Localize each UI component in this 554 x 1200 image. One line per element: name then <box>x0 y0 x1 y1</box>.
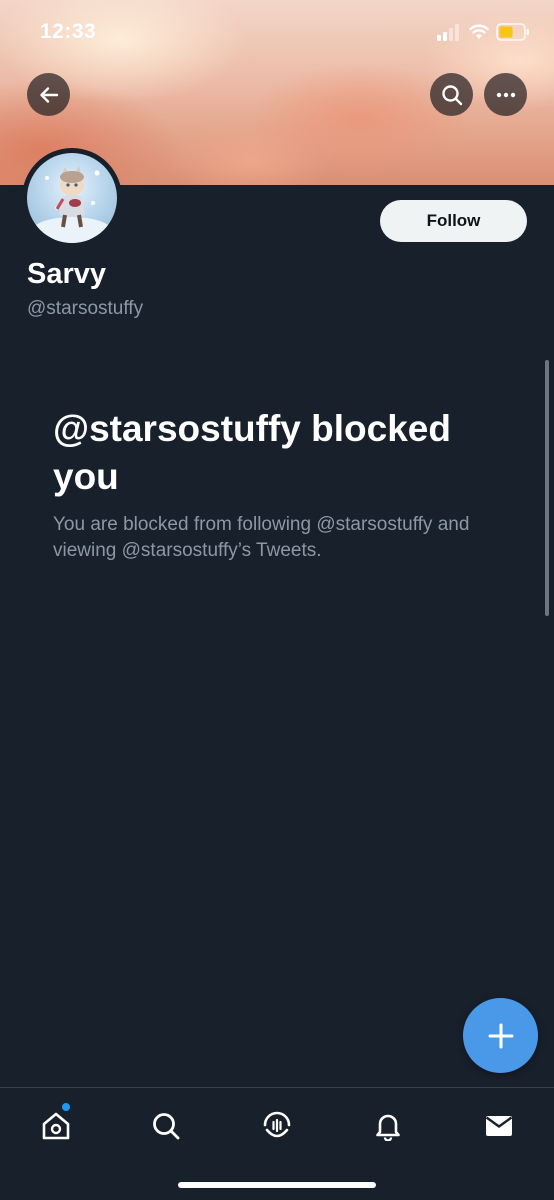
scroll-indicator[interactable] <box>545 360 549 616</box>
profile-handle: @starsostuffy <box>27 298 144 319</box>
blocked-title: @starsostuffy blocked you <box>53 408 451 497</box>
envelope-icon <box>485 1116 513 1136</box>
bell-icon <box>376 1114 400 1141</box>
arrow-left-icon <box>39 86 58 103</box>
home-icon <box>42 1112 70 1140</box>
avatar[interactable] <box>22 148 122 248</box>
search-icon <box>153 1113 180 1140</box>
tab-messages[interactable] <box>479 1106 519 1146</box>
profile-screen: 12:33 Follow Sarvy @starsostuffy @starso… <box>0 0 554 1200</box>
tab-home[interactable] <box>36 1106 76 1146</box>
back-button[interactable] <box>27 73 70 116</box>
tab-notifications[interactable] <box>368 1106 408 1146</box>
compose-tweet-button[interactable] <box>463 998 538 1073</box>
search-button[interactable] <box>430 73 473 116</box>
cellular-signal-icon <box>437 24 463 41</box>
wifi-icon <box>469 24 489 39</box>
battery-icon <box>496 23 529 41</box>
more-options-button[interactable] <box>484 73 527 116</box>
avatar-image <box>27 153 117 243</box>
notification-dot <box>62 1103 70 1111</box>
plus-icon <box>488 1023 513 1048</box>
home-indicator[interactable] <box>178 1182 376 1188</box>
follow-button[interactable]: Follow <box>380 200 527 242</box>
blocked-message: You are blocked from following @starsost… <box>53 514 470 561</box>
spaces-icon <box>263 1111 291 1138</box>
tab-spaces[interactable] <box>257 1106 297 1146</box>
status-bar: 12:33 <box>0 0 554 66</box>
more-horizontal-icon <box>496 92 515 97</box>
status-time: 12:33 <box>40 20 97 43</box>
tab-search[interactable] <box>146 1106 186 1146</box>
display-name: Sarvy <box>27 258 107 290</box>
search-icon <box>441 84 462 105</box>
